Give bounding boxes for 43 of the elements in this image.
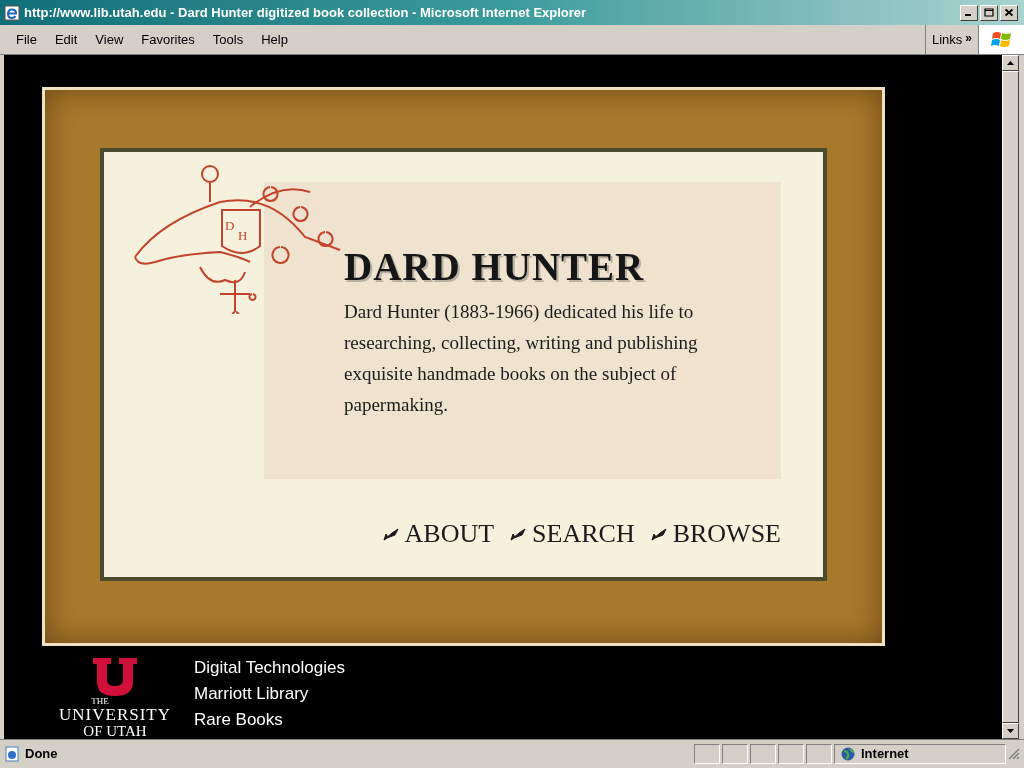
minimize-button[interactable] [960,4,978,21]
nav-link[interactable]: BROWSE [650,521,781,547]
monogram-letter: H [238,228,248,243]
scroll-down-icon[interactable] [1007,729,1014,733]
status-text: Done [25,745,58,764]
status-pane [750,744,776,764]
status-pane [722,744,748,764]
logo-text: UNIVERSITY [59,706,171,723]
flag-logo-icon [990,29,1013,50]
zone-text: Internet [861,745,909,764]
scroll-up-icon[interactable] [1007,61,1014,65]
menu-item[interactable]: File [8,29,45,50]
status-pane [806,744,832,764]
window-title: http://www.lib.utah.edu - Dard Hunter digitized book collection - Microsoft Internet Explorer [24,3,588,22]
browser-icon [4,4,20,21]
status-pane [778,744,804,764]
resize-grip-icon[interactable] [1008,748,1020,760]
globe-icon [841,747,855,761]
description: Dard Hunter (1883-1966) dedicated his life to researching, collecting, writing and publishing exquisite handmade books on the subject of papermaking. [344,300,699,417]
menu-item[interactable]: Edit [46,29,86,50]
maximize-icon [984,8,994,17]
close-button[interactable] [1000,4,1018,21]
menu-item[interactable]: Help [253,29,296,50]
nav-link[interactable]: SEARCH [510,521,635,547]
logo-text: THE [91,696,109,706]
quill-icon [382,527,399,541]
page-icon [4,746,20,762]
heading: DARD HUNTER [344,247,646,286]
logo-text: OF UTAH [83,723,147,739]
monogram-letter: D [225,218,235,233]
nav-link[interactable]: ABOUT [382,521,495,547]
u-logo-icon [93,658,137,696]
menu-item[interactable]: View [87,29,132,50]
footer-link[interactable]: Rare Books [194,707,345,733]
quill-icon [510,527,527,541]
footer-link[interactable]: Digital Technologies [194,655,345,681]
quill-icon [650,527,667,541]
maximize-button[interactable] [980,4,998,21]
menu-item[interactable]: Favorites [133,29,203,50]
close-icon [1004,8,1014,17]
menu-item[interactable]: Tools [204,29,252,50]
footer-link[interactable]: Marriott Library [194,681,345,707]
status-pane [694,744,720,764]
